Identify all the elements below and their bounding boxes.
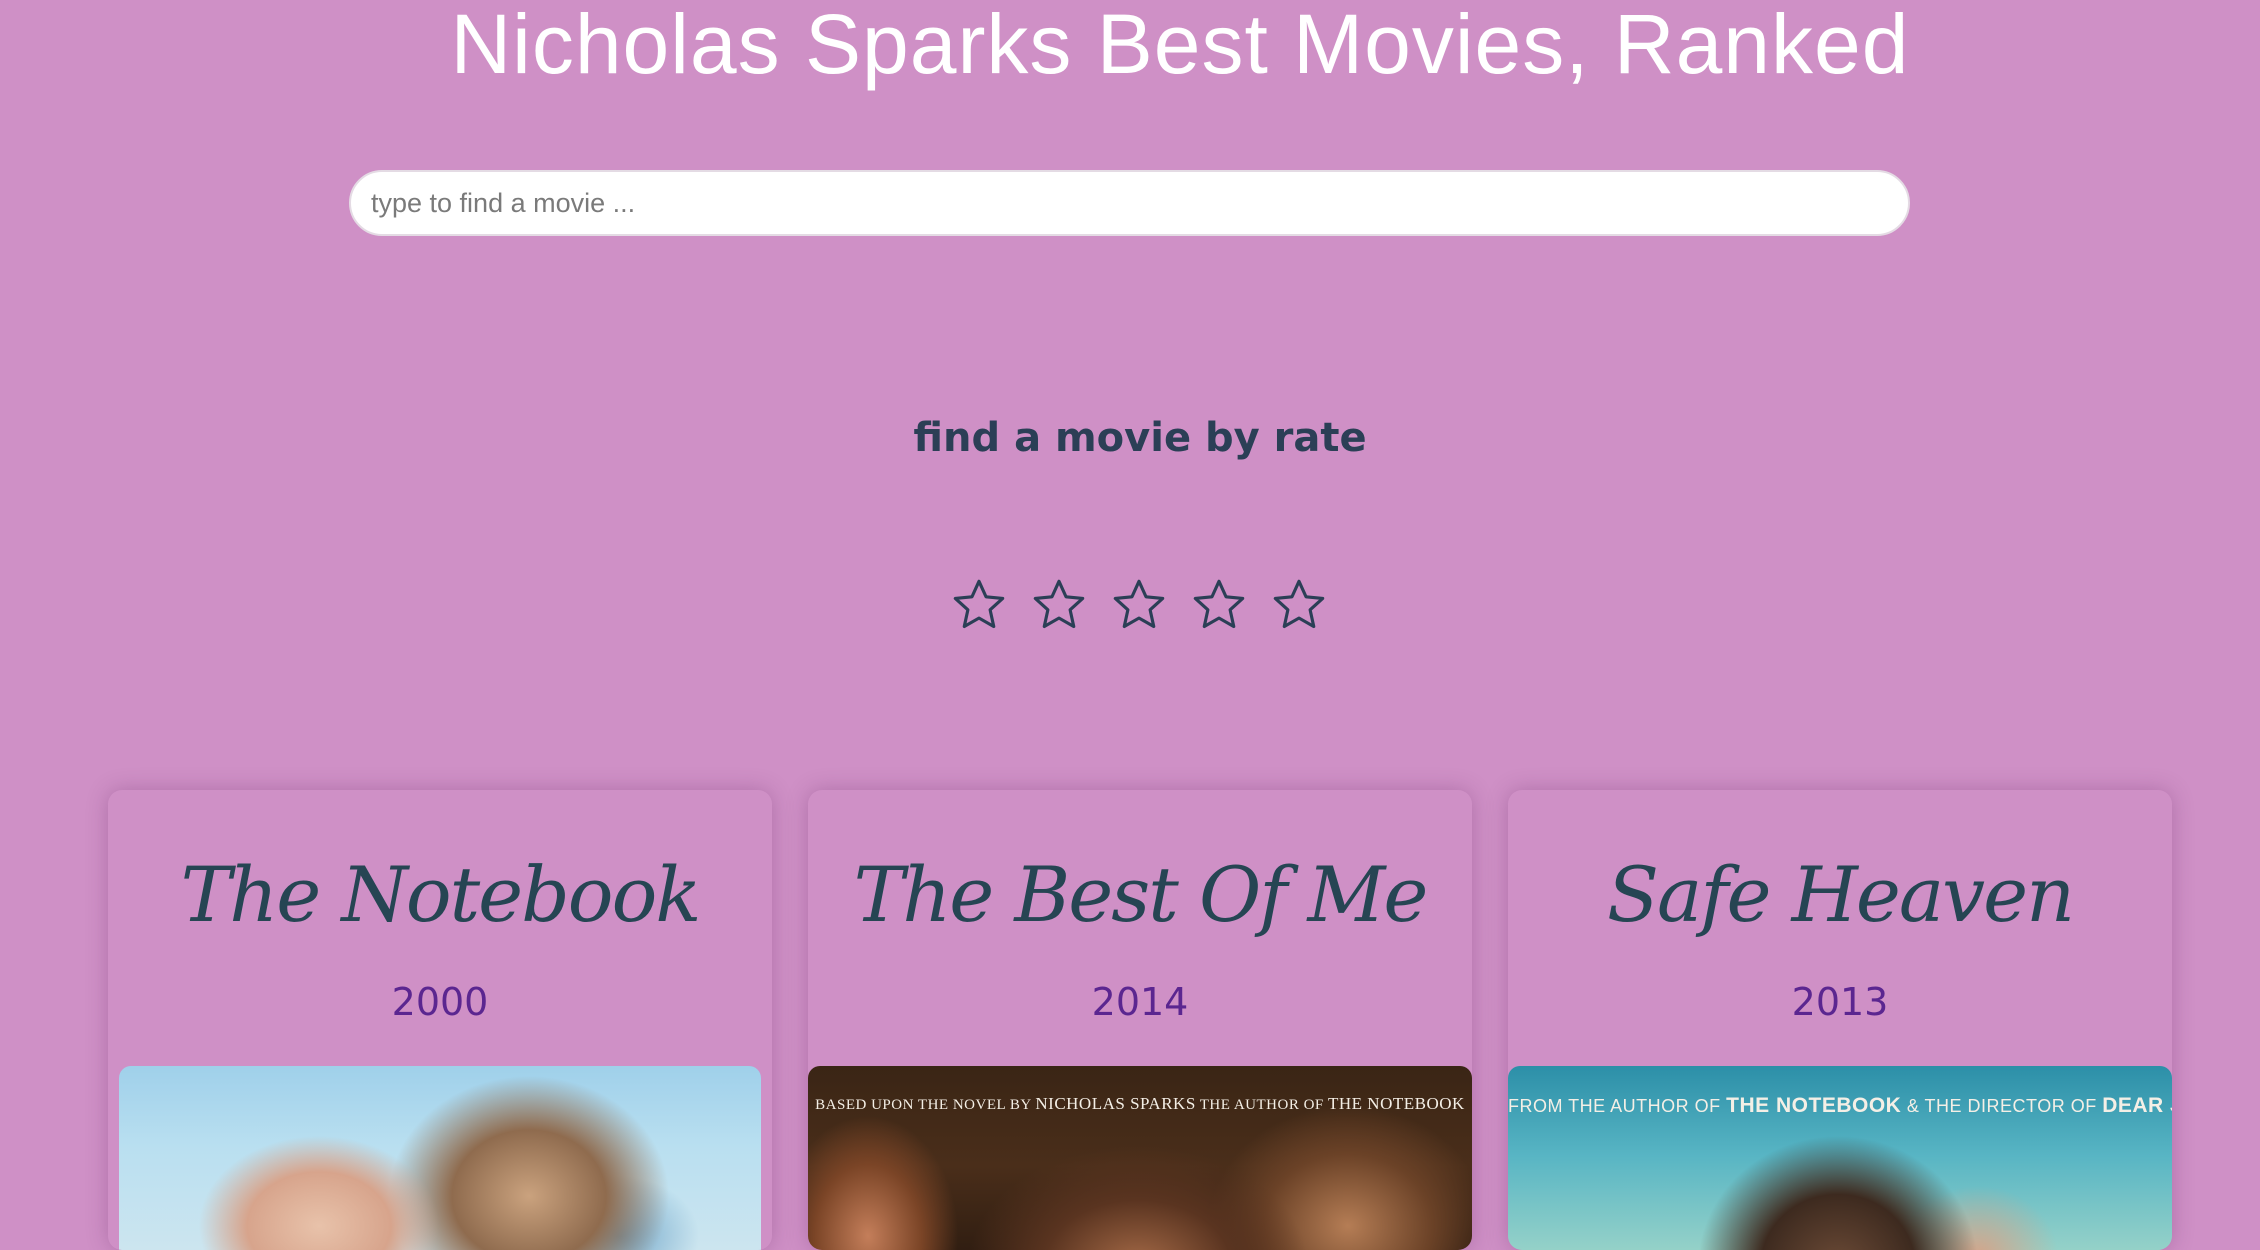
star-1-icon[interactable] — [950, 575, 1008, 635]
movie-poster[interactable]: BASED UPON THE NOVEL BY NICHOLAS SPARKS … — [808, 1066, 1472, 1250]
movie-title: The Notebook — [180, 850, 702, 939]
page-title: Nicholas Sparks Best Movies, Ranked — [450, 0, 1910, 91]
movie-card[interactable]: Safe Heaven 2013 FROM THE AUTHOR OF THE … — [1508, 790, 2172, 1250]
poster-caption: BASED UPON THE NOVEL BY NICHOLAS SPARKS … — [815, 1094, 1465, 1113]
rate-filter-heading: find a movie by rate — [913, 415, 1367, 461]
movie-year: 2013 — [1791, 980, 1889, 1024]
movie-title: The Best Of Me — [853, 850, 1429, 939]
movie-poster[interactable] — [119, 1066, 761, 1250]
poster-caption: FROM THE AUTHOR OF THE NOTEBOOK & THE DI… — [1508, 1094, 2172, 1117]
star-4-icon[interactable] — [1190, 575, 1248, 635]
movie-card[interactable]: The Notebook 2000 — [108, 790, 772, 1250]
search-input[interactable] — [349, 170, 1910, 236]
movie-card[interactable]: The Best Of Me 2014 BASED UPON THE NOVEL… — [808, 790, 1472, 1250]
star-rating-filter — [950, 575, 1328, 641]
movie-year: 2000 — [391, 980, 489, 1024]
movie-poster[interactable]: FROM THE AUTHOR OF THE NOTEBOOK & THE DI… — [1508, 1066, 2172, 1250]
star-3-icon[interactable] — [1110, 575, 1168, 635]
search-bar — [349, 170, 1910, 236]
movie-title: Safe Heaven — [1606, 850, 2075, 939]
star-5-icon[interactable] — [1270, 575, 1328, 635]
star-2-icon[interactable] — [1030, 575, 1088, 635]
movie-year: 2014 — [1091, 980, 1189, 1024]
